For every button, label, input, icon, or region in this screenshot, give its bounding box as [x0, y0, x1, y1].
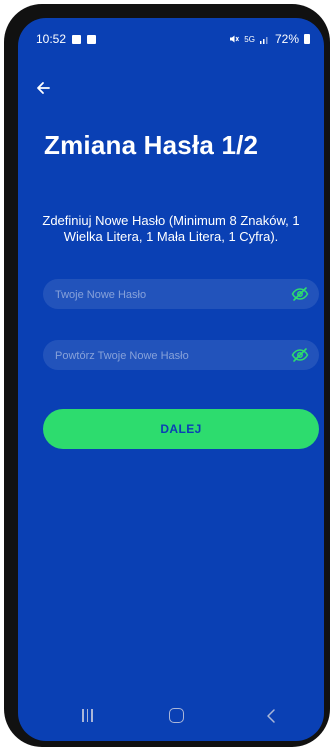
check-notification-icon — [87, 34, 97, 44]
status-bar: 10:52 5G 72% — [18, 18, 324, 54]
android-nav-bar — [18, 697, 324, 741]
battery-icon — [304, 34, 310, 44]
signal-icon — [259, 37, 268, 44]
eye-off-icon — [291, 348, 309, 362]
repeat-password-field — [43, 340, 319, 372]
back-icon[interactable] — [264, 707, 278, 725]
next-button[interactable]: DALEJ — [43, 409, 319, 449]
toggle-visibility-button[interactable] — [291, 347, 309, 363]
back-button[interactable] — [32, 76, 56, 100]
toggle-visibility-button[interactable] — [291, 286, 309, 302]
arrow-left-icon — [37, 82, 50, 94]
page-title: Zmiana Hasła 1/2 — [44, 130, 259, 160]
new-password-input[interactable] — [53, 279, 287, 311]
app-screen: 10:52 5G 72% Zmiana Hasła 1/2 Zdefiniuj … — [18, 18, 324, 741]
gallery-notification-icon — [72, 34, 82, 44]
battery-percent: 72% — [274, 32, 299, 46]
network-type: 5G — [244, 34, 255, 44]
eye-off-icon — [291, 287, 309, 301]
mute-icon — [230, 35, 240, 43]
home-icon[interactable] — [169, 708, 184, 723]
phone-frame: 10:52 5G 72% Zmiana Hasła 1/2 Zdefiniuj … — [4, 4, 330, 747]
repeat-password-input[interactable] — [53, 340, 287, 372]
recents-icon[interactable] — [82, 709, 93, 722]
status-time: 10:52 — [36, 32, 67, 46]
new-password-field — [43, 279, 319, 311]
password-requirements: Zdefiniuj Nowe Hasło (Minimum 8 Znaków, … — [42, 213, 300, 244]
